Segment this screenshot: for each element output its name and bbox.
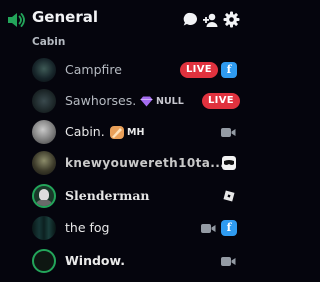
voice-member-row[interactable]: the fog f: [32, 213, 243, 243]
voice-channel-header[interactable]: General Cabin: [0, 0, 247, 52]
voice-member-row[interactable]: knewyouwereth10ta...: [32, 148, 243, 178]
avatar: [32, 249, 56, 273]
video-camera-icon: [201, 224, 216, 233]
f-badge-icon: f: [221, 220, 237, 236]
clan-tag-label: NULL: [156, 96, 184, 107]
avatar: [32, 58, 56, 82]
clan-tag: NULL: [140, 94, 184, 109]
gem-icon: [140, 96, 153, 107]
mask-icon: [222, 156, 236, 170]
member-name: Sawhorses.: [65, 93, 137, 108]
channel-subtitle: Cabin: [32, 36, 66, 48]
speaker-icon: [8, 13, 25, 27]
avatar: [32, 184, 56, 208]
member-name: Slenderman: [65, 188, 150, 203]
roblox-icon: [223, 190, 235, 202]
live-badge: LIVE: [202, 93, 240, 109]
chat-bubble-icon[interactable]: [182, 11, 199, 28]
avatar: [32, 89, 56, 113]
voice-member-row[interactable]: Slenderman: [32, 181, 243, 211]
voice-member-row[interactable]: Sawhorses. NULL LIVE: [32, 86, 243, 116]
voice-member-row[interactable]: Campfire LIVE f: [32, 55, 243, 85]
voice-member-row[interactable]: Cabin. MH: [32, 117, 243, 147]
member-name: the fog: [65, 220, 110, 235]
f-badge-icon: f: [221, 62, 237, 78]
add-user-icon[interactable]: [202, 11, 219, 28]
channel-name[interactable]: General: [32, 8, 98, 26]
voice-member-row[interactable]: Window.: [32, 246, 243, 276]
clan-tag: MH: [110, 125, 144, 140]
clan-tag-label: MH: [127, 127, 145, 138]
video-camera-icon: [221, 257, 236, 266]
avatar: [32, 120, 56, 144]
video-camera-icon: [221, 128, 236, 137]
member-name: Window.: [65, 253, 126, 268]
orange-stripe-icon: [110, 126, 124, 139]
member-name: Cabin.: [65, 124, 105, 139]
member-name: Campfire: [65, 62, 122, 77]
avatar: [32, 151, 56, 175]
member-name: knewyouwereth10ta...: [65, 156, 226, 170]
avatar: [32, 216, 56, 240]
live-badge: LIVE: [180, 62, 218, 78]
gear-icon[interactable]: [223, 11, 240, 28]
